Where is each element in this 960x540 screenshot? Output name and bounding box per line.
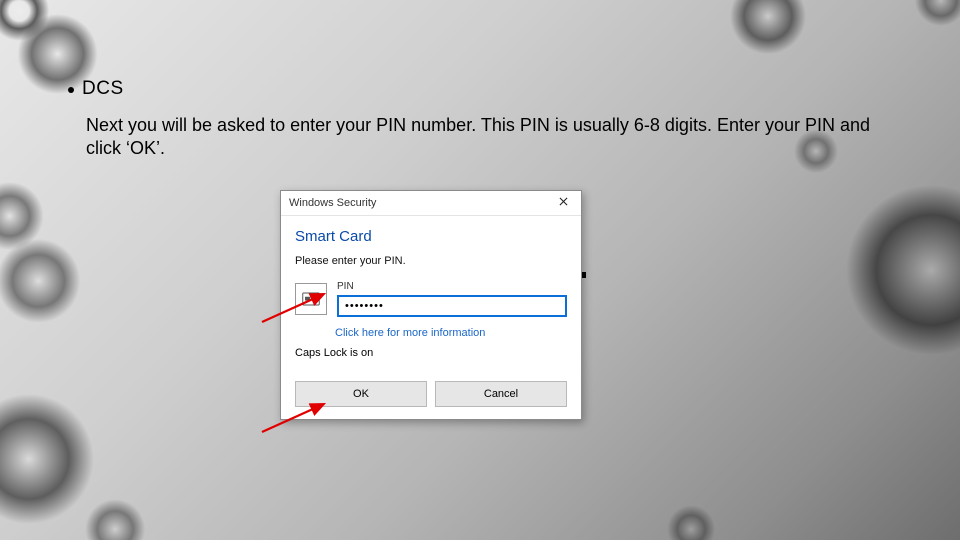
dialog-heading: Smart Card [295, 228, 567, 245]
ok-button[interactable]: OK [295, 381, 427, 407]
close-button[interactable] [549, 193, 577, 213]
side-mark [582, 272, 586, 278]
windows-security-dialog: Windows Security Smart Card Please enter… [280, 190, 582, 420]
caps-lock-warning: Caps Lock is on [295, 347, 567, 359]
pin-label: PIN [337, 281, 567, 292]
slide-title: DCS [82, 78, 124, 100]
slide-content: DCS Next you will be asked to enter your… [86, 78, 920, 161]
slide-background: DCS Next you will be asked to enter your… [0, 0, 960, 540]
dialog-titlebar: Windows Security [281, 191, 581, 216]
dialog-body: Smart Card Please enter your PIN. PIN Cl… [281, 216, 581, 381]
more-info-link[interactable]: Click here for more information [335, 327, 567, 339]
pin-row: PIN [295, 281, 567, 317]
close-icon [559, 197, 568, 209]
smart-card-icon [295, 283, 327, 315]
dialog-button-row: OK Cancel [281, 381, 581, 419]
pin-column: PIN [337, 281, 567, 317]
slide-body-text: Next you will be asked to enter your PIN… [86, 114, 906, 161]
title-row: DCS [86, 78, 920, 100]
dialog-prompt: Please enter your PIN. [295, 255, 567, 267]
pin-input[interactable] [337, 295, 567, 317]
cancel-button[interactable]: Cancel [435, 381, 567, 407]
dialog-window-title: Windows Security [289, 197, 376, 209]
bullet-icon [68, 87, 74, 93]
